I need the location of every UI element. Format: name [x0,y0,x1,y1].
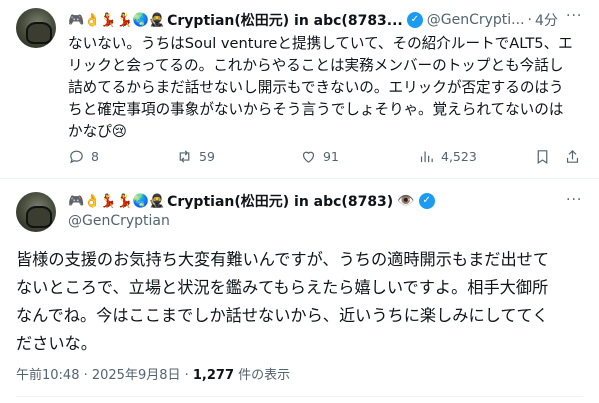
user-handle[interactable]: @GenCryptian [68,213,170,229]
tweet-text: 皆様の支援のお気持ち大変有難いんですが、うちの適時開示もまだ出せて ないところで… [16,246,591,358]
repost-button[interactable]: 59 [176,148,215,165]
display-name[interactable]: Cryptian(松田元) in abc(8783... [167,10,403,30]
divider [16,396,583,397]
tweet-text-line: ちと確定事項の事象がないからそう言うでしょそりゃ。覚えられてないのは [68,101,564,118]
separator: · [527,12,532,28]
more-icon[interactable]: ··· [566,192,582,208]
verified-badge-icon: ✓ [406,12,423,28]
tweet-header: 🎮👌💃💃🌏🥷 Cryptian(松田元) in abc(8783) 👁️ ✓ [68,191,439,211]
repost-icon [179,150,190,163]
bookmark-icon [537,150,548,165]
more-icon[interactable]: ··· [566,8,582,24]
like-icon [302,151,315,163]
tweet-text-line: 詰めてるからまだ話せないし開示もできないの。エリックが否定するのはう [68,79,564,96]
tweet-main[interactable]: 🎮👌💃💃🌏🥷 Cryptian(松田元) in abc(8783) 👁️ ✓ @… [0,180,599,403]
like-count: 91 [323,149,339,164]
like-button[interactable]: 91 [300,148,339,165]
display-name-emojis: 🎮👌💃💃🌏🥷 [68,12,166,28]
view-suffix: 件の表示 [234,368,291,383]
tweet-reply[interactable]: 🎮👌💃💃🌏🥷 Cryptian(松田元) in abc(8783... ✓ @G… [0,0,599,179]
tweet-text-line: かなぴ😢 [68,123,127,140]
tweet-text-line: ださいな。 [16,334,97,353]
view-count: 4,523 [441,149,477,164]
display-name[interactable]: Cryptian(松田元) in abc(8783) [167,191,393,211]
tweet-meta: 午前10:48 · 2025年9月8日 · 1,277 件の表示 [16,364,290,383]
verified-badge-icon: ✓ [418,193,435,209]
tweet-text-line: なんでね。今はここまでしか話せないから、近いうちに楽しみにしててく [16,306,549,325]
tweet-text-line: 皆様の支援のお気持ち大変有難いんですが、うちの適時開示もまだ出せて [16,250,550,269]
tweet-timestamp[interactable]: 午前10:48 · 2025年9月8日 · [16,368,193,383]
bookmark-button[interactable] [534,148,551,165]
share-icon [566,149,579,163]
tweet-header: 🎮👌💃💃🌏🥷 Cryptian(松田元) in abc(8783... ✓ @G… [68,10,558,30]
reply-icon [70,150,83,164]
tweet-text-line: ないない。うちはSoul ventureと提携していて、その紹介ルートでALT5… [68,35,573,52]
view-count[interactable]: 1,277 [193,368,234,383]
user-handle[interactable]: @GenCrypti... [427,12,525,28]
tweet-time[interactable]: 4分 [535,10,558,30]
reply-button[interactable]: 8 [68,148,99,165]
repost-count: 59 [199,149,215,164]
views-icon [420,151,433,163]
avatar[interactable] [16,192,56,232]
display-name-emojis: 🎮👌💃💃🌏🥷 [68,193,166,209]
views-button[interactable]: 4,523 [418,148,477,165]
action-bar: 8 59 91 4,523 [68,148,580,168]
avatar[interactable] [16,8,56,48]
share-button[interactable] [564,148,581,165]
reply-count: 8 [91,149,99,164]
tweet-text-line: リックと会ってるの。これからやることは実務メンバーのトップとも今話し [68,57,564,74]
eye-emoji: 👁️ [397,193,415,209]
tweet-text-line: ないところで、立場と状況を鑑みてもらえたら嬉しいですよ。相手大御所 [16,278,549,297]
tweet-text: ないない。うちはSoul ventureと提携していて、その紹介ルートでALT5… [68,33,588,143]
